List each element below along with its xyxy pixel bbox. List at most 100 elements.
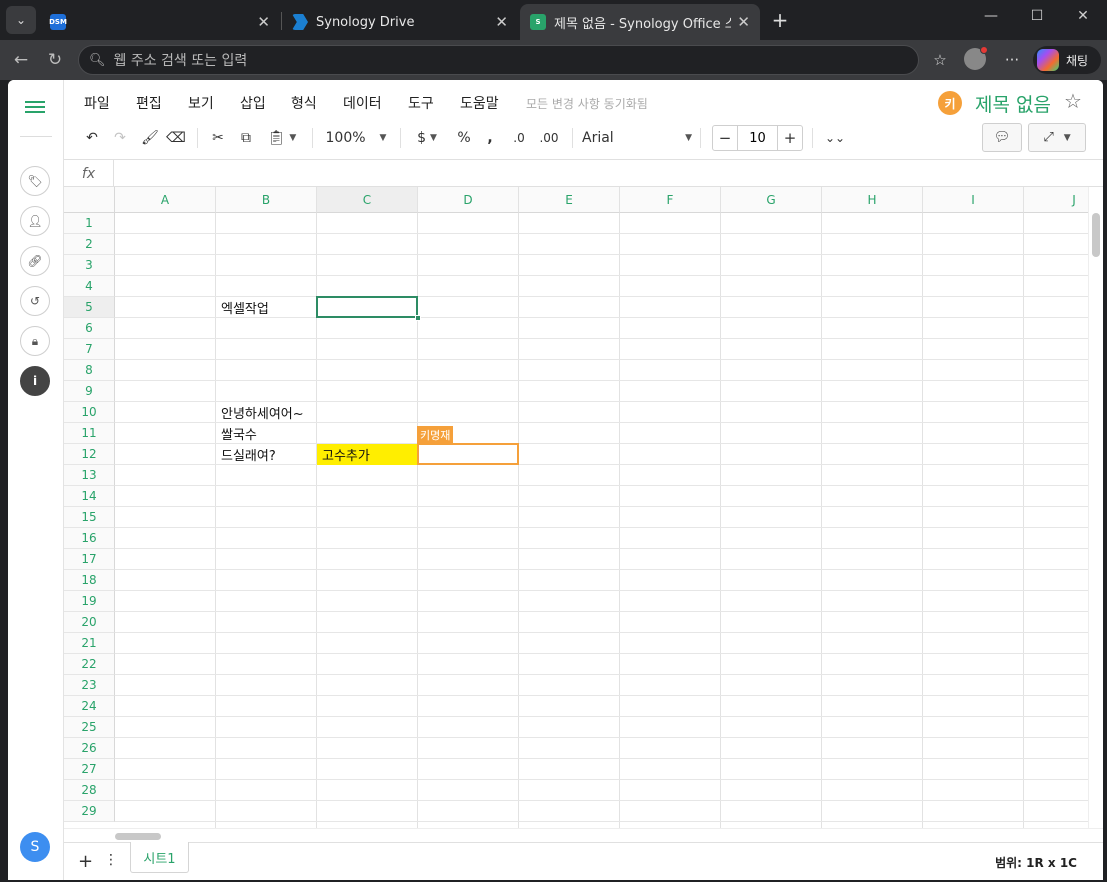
column-header-e[interactable]: E bbox=[519, 187, 620, 213]
row-header-21[interactable]: 21 bbox=[64, 633, 115, 654]
lock-icon[interactable]: 🔒︎ bbox=[20, 326, 50, 356]
font-size-input[interactable]: 10 bbox=[737, 126, 778, 150]
column-header-b[interactable]: B bbox=[216, 187, 317, 213]
column-header-f[interactable]: F bbox=[620, 187, 721, 213]
row-header-29[interactable]: 29 bbox=[64, 801, 115, 822]
decrease-font-size-button[interactable]: − bbox=[713, 126, 737, 150]
row-header-26[interactable]: 26 bbox=[64, 738, 115, 759]
profile-avatar[interactable] bbox=[964, 46, 988, 70]
row-header-13[interactable]: 13 bbox=[64, 465, 115, 486]
redo-icon[interactable]: ↷ bbox=[108, 126, 132, 150]
undo-icon[interactable]: ↶ bbox=[80, 126, 104, 150]
font-family-select[interactable]: Arial ▼ bbox=[582, 126, 692, 150]
row-header-22[interactable]: 22 bbox=[64, 654, 115, 675]
settings-more-icon[interactable]: ··· bbox=[999, 48, 1025, 72]
row-header-20[interactable]: 20 bbox=[64, 612, 115, 633]
active-cell-selection[interactable] bbox=[316, 296, 418, 318]
row-header-23[interactable]: 23 bbox=[64, 675, 115, 696]
menu-insert[interactable]: 삽입 bbox=[240, 93, 266, 113]
history-icon[interactable]: ↺ bbox=[20, 286, 50, 316]
row-header-3[interactable]: 3 bbox=[64, 255, 115, 276]
add-sheet-button[interactable]: + bbox=[78, 851, 93, 872]
row-header-18[interactable]: 18 bbox=[64, 570, 115, 591]
row-header-15[interactable]: 15 bbox=[64, 507, 115, 528]
row-header-25[interactable]: 25 bbox=[64, 717, 115, 738]
reload-button[interactable]: ↻ bbox=[42, 48, 68, 72]
column-header-a[interactable]: A bbox=[115, 187, 216, 213]
row-header-5[interactable]: 5 bbox=[64, 297, 115, 318]
row-header-12[interactable]: 12 bbox=[64, 444, 115, 465]
row-header-27[interactable]: 27 bbox=[64, 759, 115, 780]
comma-format-button[interactable]: , bbox=[480, 126, 500, 150]
tab-synology-drive[interactable]: Synology Drive ✕ bbox=[282, 4, 518, 40]
user-avatar[interactable]: S bbox=[20, 832, 50, 862]
sheet-list-menu[interactable]: ⋮ bbox=[104, 852, 118, 868]
menu-view[interactable]: 보기 bbox=[188, 93, 214, 113]
window-close-button[interactable]: ✕ bbox=[1068, 8, 1098, 24]
menu-format[interactable]: 형식 bbox=[291, 93, 317, 113]
currency-format-button[interactable]: $ ▼ bbox=[410, 126, 444, 150]
maximize-button[interactable]: ☐ bbox=[1022, 8, 1052, 24]
column-header-i[interactable]: I bbox=[923, 187, 1024, 213]
star-icon[interactable]: ☆ bbox=[1064, 89, 1082, 113]
cell-b10[interactable]: 안녕하세여어~ bbox=[216, 402, 317, 423]
link-icon[interactable]: 🔗︎ bbox=[20, 246, 50, 276]
percent-format-button[interactable]: % bbox=[452, 126, 476, 150]
row-header-11[interactable]: 11 bbox=[64, 423, 115, 444]
clear-format-icon[interactable]: ⌫ bbox=[164, 126, 188, 150]
cut-icon[interactable]: ✂ bbox=[206, 126, 230, 150]
new-tab-button[interactable]: + bbox=[766, 6, 794, 34]
tab-actions-menu[interactable]: ⌄ bbox=[6, 6, 36, 34]
minimize-button[interactable]: — bbox=[976, 8, 1006, 24]
vertical-scrollbar[interactable] bbox=[1088, 187, 1103, 828]
comment-button[interactable]: 💬︎ bbox=[982, 123, 1022, 152]
menu-tools[interactable]: 도구 bbox=[408, 93, 434, 113]
menu-file[interactable]: 파일 bbox=[84, 93, 110, 113]
sheet-tab[interactable]: 시트1 bbox=[130, 842, 189, 873]
horizontal-scrollbar[interactable] bbox=[64, 828, 1103, 842]
row-header-2[interactable]: 2 bbox=[64, 234, 115, 255]
row-header-6[interactable]: 6 bbox=[64, 318, 115, 339]
menu-data[interactable]: 데이터 bbox=[343, 93, 382, 113]
select-all-corner[interactable] bbox=[64, 187, 115, 213]
back-button[interactable]: ← bbox=[8, 48, 34, 72]
scroll-thumb[interactable] bbox=[1092, 213, 1100, 257]
row-header-8[interactable]: 8 bbox=[64, 360, 115, 381]
tag-icon[interactable]: 🏷︎ bbox=[20, 166, 50, 196]
menu-help[interactable]: 도움말 bbox=[460, 93, 499, 113]
tab-dsm[interactable]: DSM ✕ bbox=[40, 4, 280, 40]
paint-format-icon[interactable]: 🖌︎ bbox=[138, 126, 162, 150]
cell-b5[interactable]: 엑셀작업 bbox=[216, 297, 317, 318]
close-icon[interactable]: ✕ bbox=[495, 13, 508, 31]
copilot-chat-button[interactable]: 채팅 bbox=[1033, 46, 1101, 74]
row-header-16[interactable]: 16 bbox=[64, 528, 115, 549]
expand-button[interactable]: ⤢ ▼ bbox=[1028, 123, 1086, 152]
row-header-24[interactable]: 24 bbox=[64, 696, 115, 717]
cell-b12[interactable]: 드실래여? bbox=[216, 444, 317, 465]
copy-icon[interactable]: ⧉ bbox=[234, 126, 258, 150]
row-header-14[interactable]: 14 bbox=[64, 486, 115, 507]
column-header-d[interactable]: D bbox=[418, 187, 519, 213]
more-tools-chevron-icon[interactable]: ⌄⌄ bbox=[824, 126, 846, 150]
row-header-28[interactable]: 28 bbox=[64, 780, 115, 801]
column-header-c[interactable]: C bbox=[317, 187, 418, 213]
row-header-7[interactable]: 7 bbox=[64, 339, 115, 360]
hamburger-menu-icon[interactable] bbox=[25, 98, 45, 118]
close-icon[interactable]: ✕ bbox=[257, 13, 270, 31]
cell-c12[interactable]: 고수추가 bbox=[317, 444, 418, 465]
row-header-9[interactable]: 9 bbox=[64, 381, 115, 402]
share-user-icon[interactable]: 👤︎ bbox=[20, 206, 50, 236]
column-header-h[interactable]: H bbox=[822, 187, 923, 213]
document-title[interactable]: 제목 없음 bbox=[975, 90, 1051, 117]
row-header-1[interactable]: 1 bbox=[64, 213, 115, 234]
close-icon[interactable]: ✕ bbox=[737, 13, 750, 31]
row-header-19[interactable]: 19 bbox=[64, 591, 115, 612]
column-header-g[interactable]: G bbox=[721, 187, 822, 213]
collaborator-badge[interactable]: 키 bbox=[938, 91, 962, 115]
row-header-4[interactable]: 4 bbox=[64, 276, 115, 297]
fill-handle[interactable] bbox=[415, 315, 421, 321]
favorites-star-icon[interactable]: ☆ bbox=[927, 48, 953, 72]
row-header-17[interactable]: 17 bbox=[64, 549, 115, 570]
increase-font-size-button[interactable]: + bbox=[778, 126, 802, 150]
paste-icon[interactable]: 📋︎ ▼ bbox=[262, 126, 302, 150]
